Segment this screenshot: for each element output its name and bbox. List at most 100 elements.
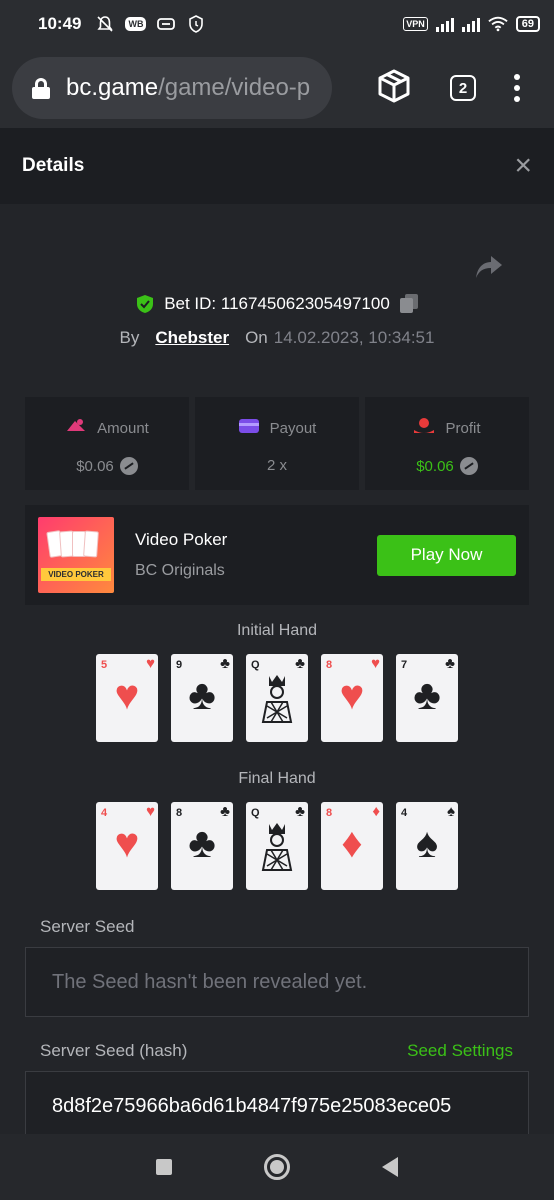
- card-rank: 4: [101, 807, 108, 819]
- play-now-button[interactable]: Play Now: [377, 534, 516, 576]
- bet-id-row: Bet ID: 116745062305497100: [0, 294, 554, 314]
- shield-clock-icon: [186, 15, 206, 33]
- card-center-suit-icon: ♥: [114, 819, 140, 866]
- card-rank: Q: [251, 659, 260, 671]
- bet-date: 14.02.2023, 10:34:51: [273, 328, 435, 347]
- amount-icon: [65, 417, 87, 439]
- seed-settings-link[interactable]: Seed Settings: [407, 1041, 513, 1061]
- bet-details-content: Bet ID: 116745062305497100 By Chebster O…: [0, 204, 554, 1134]
- card-suit-icon: ♣: [295, 655, 305, 672]
- card-rank: 5: [101, 659, 108, 671]
- card-rank: 8: [326, 807, 333, 819]
- card-suit-icon: ♠: [447, 803, 455, 820]
- profit-stat: Profit $0.06: [365, 397, 529, 490]
- playing-card: 4 ♥ ♥: [96, 802, 158, 890]
- copy-icon[interactable]: [399, 294, 418, 314]
- server-seed-hash-label: Server Seed (hash): [40, 1041, 188, 1060]
- vpn-badge: VPN: [403, 17, 428, 31]
- lock-icon: [32, 78, 50, 99]
- on-label: On: [245, 328, 268, 347]
- tab-switcher-button[interactable]: 2: [450, 75, 476, 101]
- initial-hand-label: Initial Hand: [236, 622, 318, 639]
- recent-apps-icon[interactable]: [156, 1159, 172, 1175]
- server-seed-field: The Seed hasn't been revealed yet.: [25, 947, 529, 1017]
- verified-shield-icon: [136, 294, 154, 314]
- game-card: VIDEO POKER Video Poker BC Originals Pla…: [25, 505, 529, 605]
- queen-figure-icon: [261, 675, 293, 723]
- card-center-suit-icon: ♥: [114, 671, 140, 718]
- signal-icon: [435, 16, 454, 32]
- card-rank: 4: [401, 807, 408, 819]
- card-center-suit-icon: ♣: [188, 671, 216, 718]
- server-seed-label: Server Seed: [40, 917, 135, 936]
- details-header: Details ×: [0, 128, 554, 204]
- amount-stat: Amount $0.06: [25, 397, 189, 490]
- playing-card: 8 ♥ ♥: [321, 654, 383, 742]
- card-center-suit-icon: ♠: [415, 819, 439, 866]
- initial-hand: 5 ♥ ♥ 9 ♣ ♣ Q ♣ 8 ♥ ♥ 7 ♣ ♣: [96, 654, 458, 742]
- bet-stats: Amount $0.06 Payout 2 x Profit $0.06: [25, 397, 529, 490]
- browser-actions: 2: [376, 68, 542, 109]
- status-bar: 10:49 WB VPN 69: [0, 0, 554, 48]
- payout-stat: Payout 2 x: [195, 397, 359, 490]
- playing-card: Q ♣: [246, 654, 308, 742]
- card-center-suit-icon: ♣: [188, 819, 216, 866]
- currency-coin-icon: [119, 457, 138, 475]
- status-right-icons: VPN 69: [403, 15, 540, 33]
- amount-value: $0.06: [76, 457, 114, 475]
- card-center-suit-icon: ♦: [341, 819, 363, 866]
- video-poker-thumbnail[interactable]: VIDEO POKER: [38, 517, 114, 593]
- server-seed-hash-field[interactable]: 8d8f2e75966ba6d61b4847f975e25083ece05: [25, 1071, 529, 1134]
- card-suit-icon: ♣: [445, 655, 455, 672]
- back-icon[interactable]: [382, 1157, 398, 1177]
- playing-card: 7 ♣ ♣: [396, 654, 458, 742]
- card-center-suit-icon: ♥: [339, 671, 365, 718]
- url-domain: bc.game: [66, 74, 159, 101]
- share-icon[interactable]: [474, 254, 504, 280]
- card-suit-icon: ♣: [220, 803, 230, 820]
- game-subtitle: BC Originals: [135, 562, 225, 579]
- system-nav-bar: [0, 1134, 554, 1200]
- thumbnail-text: VIDEO POKER: [41, 568, 111, 581]
- card-suit-icon: ♦: [372, 803, 380, 820]
- card-center-suit-icon: ♣: [413, 671, 441, 718]
- close-icon[interactable]: ×: [514, 151, 532, 181]
- card-rank: 7: [401, 659, 408, 671]
- amount-label: Amount: [97, 419, 149, 437]
- bet-meta-row: By Chebster On 14.02.2023, 10:34:51: [0, 328, 554, 348]
- card-rank: 9: [176, 659, 183, 671]
- card-suit-icon: ♥: [146, 655, 155, 672]
- more-menu-icon[interactable]: [514, 74, 520, 102]
- wb-app-icon: WB: [125, 17, 147, 31]
- status-left-icons: WB: [95, 15, 206, 33]
- url-path: /game/video-p: [158, 74, 311, 101]
- bet-user-link[interactable]: Chebster: [155, 328, 229, 348]
- bet-id: Bet ID: 116745062305497100: [164, 294, 390, 313]
- profit-label: Profit: [445, 419, 481, 437]
- cube-icon[interactable]: [376, 68, 412, 109]
- profit-value: $0.06: [416, 457, 454, 475]
- bell-off-icon: [95, 15, 115, 33]
- game-title: Video Poker: [135, 530, 228, 549]
- payout-value: 2 x: [266, 457, 287, 474]
- playing-card: Q ♣: [246, 802, 308, 890]
- queen-figure-icon: [261, 823, 293, 871]
- card-suit-icon: ♥: [371, 655, 380, 672]
- payout-label: Payout: [269, 419, 317, 437]
- home-icon[interactable]: [264, 1154, 290, 1180]
- address-bar[interactable]: bc.game/game/video-p: [12, 57, 332, 119]
- playing-card: 4 ♠ ♠: [396, 802, 458, 890]
- currency-coin-icon: [459, 457, 478, 475]
- browser-toolbar: bc.game/game/video-p 2: [0, 48, 554, 128]
- card-rank: 8: [176, 807, 183, 819]
- profit-icon: [413, 417, 435, 439]
- card-suit-icon: ♣: [220, 655, 230, 672]
- final-hand: 4 ♥ ♥ 8 ♣ ♣ Q ♣ 8 ♦ ♦ 4 ♠ ♠: [96, 802, 458, 890]
- playing-card: 5 ♥ ♥: [96, 654, 158, 742]
- final-hand-label: Final Hand: [238, 770, 316, 787]
- card-rank: Q: [251, 807, 260, 819]
- app-notification-icon: [156, 15, 176, 33]
- card-suit-icon: ♣: [295, 803, 305, 820]
- wifi-icon: [488, 15, 508, 33]
- wallet-icon: [238, 417, 260, 439]
